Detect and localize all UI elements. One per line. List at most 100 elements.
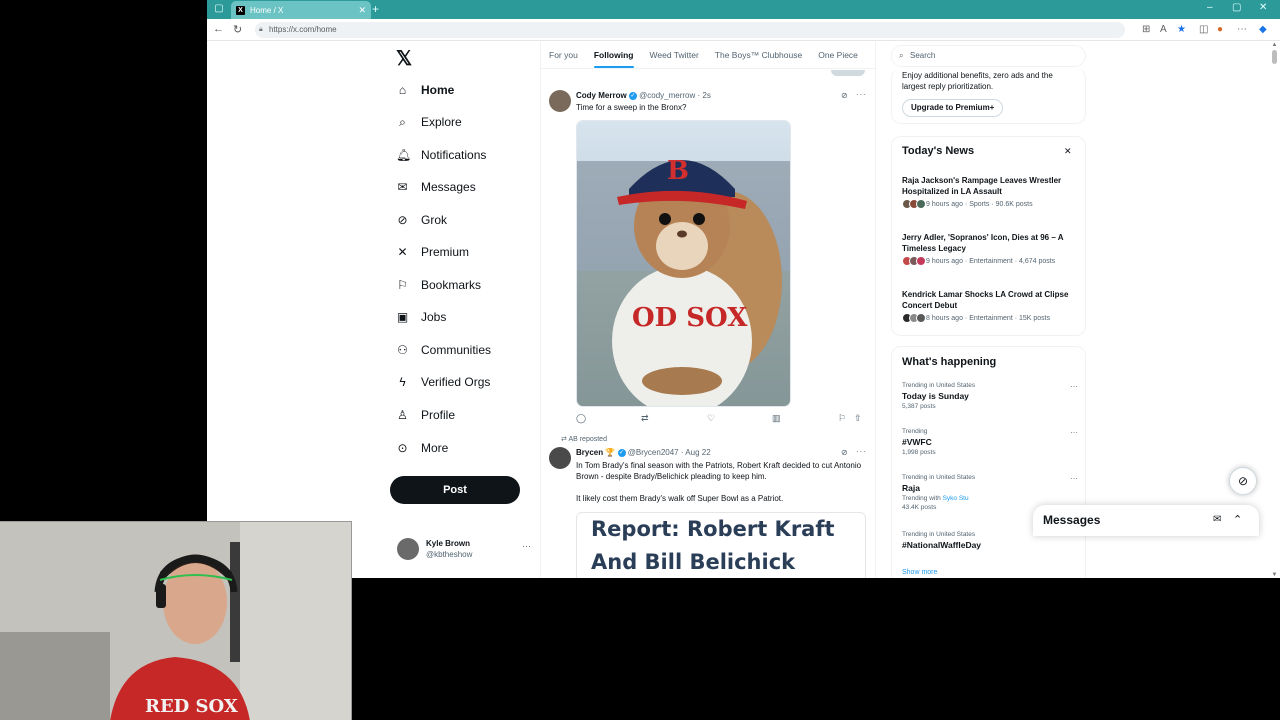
upgrade-premium-button[interactable]: Upgrade to Premium+: [902, 99, 1004, 117]
favorite-star-icon[interactable]: ★: [1177, 24, 1186, 35]
views-icon[interactable]: ▥: [772, 413, 781, 424]
timestamp[interactable]: · 2s: [698, 91, 711, 100]
expand-chevron-icon[interactable]: ⌃: [1233, 513, 1242, 526]
retweet-icon[interactable]: ⇄: [641, 413, 649, 424]
news-meta: 9 hours ago · Entertainment · 4,674 post…: [926, 257, 1056, 265]
tab-one-piece[interactable]: One Piece: [810, 42, 866, 68]
messages-drawer[interactable]: Messages ✉ ⌃: [1033, 505, 1259, 536]
address-bar[interactable]: 🔒︎ https://x.com/home: [255, 22, 1125, 38]
grok-icon[interactable]: ⊘: [841, 91, 848, 100]
more-icon[interactable]: ···: [1070, 428, 1078, 437]
more-icon[interactable]: ···: [856, 447, 867, 456]
extensions-icon[interactable]: ⋯: [1237, 24, 1247, 35]
repost-indicator[interactable]: ⇄ AB reposted: [561, 435, 607, 443]
nav-jobs[interactable]: ▣ Jobs: [396, 305, 447, 329]
back-icon[interactable]: ←: [213, 23, 224, 35]
avatar[interactable]: [549, 447, 571, 469]
nav-verified-orgs[interactable]: ϟ Verified Orgs: [396, 370, 490, 394]
bell-icon: 🔔︎: [396, 148, 412, 162]
nav-notifications[interactable]: 🔔︎ Notifications: [396, 143, 486, 167]
copilot-icon[interactable]: ◆: [1259, 24, 1267, 35]
search-input[interactable]: ⌕ Search: [891, 45, 1086, 67]
trend-count: 5,387 posts: [902, 403, 936, 410]
nav-explore[interactable]: ⌕ Explore: [396, 110, 462, 134]
profile-avatar-icon[interactable]: ●: [1217, 24, 1223, 35]
account-switcher[interactable]: Kyle Brown @kbtheshow ···: [397, 536, 531, 562]
post-button[interactable]: Post: [390, 476, 520, 504]
timeline: For you Following Weed Twitter The Boys™…: [540, 42, 876, 578]
lightning-icon: ϟ: [399, 375, 406, 389]
split-screen-icon[interactable]: ◫: [1199, 24, 1208, 35]
bookmark-icon[interactable]: ⚐: [838, 413, 846, 424]
mail-icon: ✉: [397, 180, 408, 194]
author-name[interactable]: Cody Merrow: [576, 91, 627, 100]
nav-more[interactable]: ⊙ More: [396, 436, 448, 460]
more-icon[interactable]: ···: [1070, 382, 1078, 391]
author-handle[interactable]: @Brycen2047: [628, 448, 679, 457]
new-tab-icon[interactable]: +: [372, 2, 379, 16]
nav-home[interactable]: ⌂ Home: [396, 78, 454, 102]
todays-news-card: Today's News ✕ Raja Jackson's Rampage Le…: [891, 136, 1086, 336]
browser-tab[interactable]: X Home / X ✕: [231, 1, 371, 19]
news-item[interactable]: Kendrick Lamar Shocks LA Crowd at Clipse…: [902, 289, 1077, 323]
author-handle[interactable]: @cody_merrow: [639, 91, 695, 100]
scroll-up-icon[interactable]: ▲: [1271, 42, 1278, 48]
more-icon[interactable]: ···: [1070, 474, 1078, 483]
more-circle-icon: ⊙: [397, 441, 408, 455]
like-icon[interactable]: ♡: [707, 413, 715, 424]
timestamp[interactable]: · Aug 22: [681, 448, 711, 457]
bookmark-icon: ⚐: [397, 278, 408, 292]
close-icon[interactable]: ✕: [1064, 146, 1072, 157]
grok-icon[interactable]: ⊘: [841, 448, 848, 457]
close-window-icon[interactable]: ✕: [1259, 2, 1267, 13]
x-logo-icon[interactable]: 𝕏: [396, 46, 412, 71]
tab-following[interactable]: Following: [586, 42, 642, 68]
tweet-header: Cody Merrow ✓ @cody_merrow · 2s: [576, 91, 711, 100]
trend-item[interactable]: Trending in United States Today is Sunda…: [902, 382, 1082, 410]
nav-profile[interactable]: ♙ Profile: [396, 403, 455, 427]
minimize-icon[interactable]: –: [1207, 2, 1213, 13]
new-message-icon[interactable]: ✉: [1213, 514, 1221, 525]
news-headline: Raja Jackson's Rampage Leaves Wrestler H…: [902, 176, 1062, 196]
read-aloud-icon[interactable]: A: [1160, 24, 1167, 35]
grok-floating-button[interactable]: ⊘: [1229, 467, 1257, 495]
new-posts-pill[interactable]: [831, 70, 865, 76]
nav-grok[interactable]: ⊘ Grok: [396, 208, 447, 232]
trend-item[interactable]: Trending #VWFC 1,998 posts ···: [902, 428, 1082, 456]
tab-weed-twitter[interactable]: Weed Twitter: [642, 42, 707, 68]
browser-window: ▢ X Home / X ✕ + – ▢ ✕ ← ↻ 🔒︎ https://x.…: [207, 0, 1280, 578]
news-meta-row: 9 hours ago · Entertainment · 4,674 post…: [902, 256, 1077, 266]
window-menu-icon[interactable]: ▢: [213, 3, 225, 15]
reload-icon[interactable]: ↻: [233, 23, 242, 36]
share-icon[interactable]: ⇧: [854, 413, 862, 424]
nav-messages[interactable]: ✉ Messages: [396, 175, 475, 199]
news-item[interactable]: Raja Jackson's Rampage Leaves Wrestler H…: [902, 175, 1077, 209]
show-more-link[interactable]: Show more: [902, 569, 937, 576]
nav-communities[interactable]: ⚇ Communities: [396, 338, 491, 362]
people-icon: ⚇: [397, 343, 408, 357]
nav-bookmarks[interactable]: ⚐ Bookmarks: [396, 273, 481, 297]
avatar[interactable]: [549, 90, 571, 112]
app-icon[interactable]: ⊞: [1142, 24, 1150, 35]
article-card[interactable]: Report: Robert Kraft And Bill Belichick …: [576, 512, 866, 578]
tab-for-you[interactable]: For you: [541, 42, 586, 68]
svg-text:RED SOX: RED SOX: [145, 696, 238, 717]
browser-toolbar: ← ↻ 🔒︎ https://x.com/home ⊞ A ★ ◫ ● ⋯ ◆: [207, 19, 1280, 41]
premium-card: Enjoy additional benefits, zero ads and …: [891, 68, 1086, 124]
trending-with-link[interactable]: Syko Stu: [943, 495, 969, 502]
tab-the-boys-clubhouse[interactable]: The Boys™ Clubhouse: [707, 42, 810, 68]
squirrel-red-sox-image[interactable]: OD SOX B: [576, 120, 791, 407]
nav-label: Verified Orgs: [421, 375, 491, 389]
close-tab-icon[interactable]: ✕: [358, 5, 366, 16]
scroll-thumb[interactable]: [1272, 50, 1277, 64]
tweet-actions: ◯ ⇄ ♡ ▥ ⚐ ⇧: [576, 413, 866, 425]
reply-icon[interactable]: ◯: [576, 413, 586, 424]
news-item[interactable]: Jerry Adler, 'Sopranos' Icon, Dies at 96…: [902, 232, 1077, 266]
more-icon[interactable]: ···: [856, 90, 867, 99]
author-name[interactable]: Brycen: [576, 448, 603, 457]
nav-premium[interactable]: ✕ Premium: [396, 240, 469, 264]
scroll-down-icon[interactable]: ▼: [1271, 572, 1278, 578]
page-scrollbar[interactable]: ▲ ▼: [1271, 42, 1278, 578]
svg-text:B: B: [667, 156, 689, 186]
maximize-icon[interactable]: ▢: [1232, 2, 1241, 13]
